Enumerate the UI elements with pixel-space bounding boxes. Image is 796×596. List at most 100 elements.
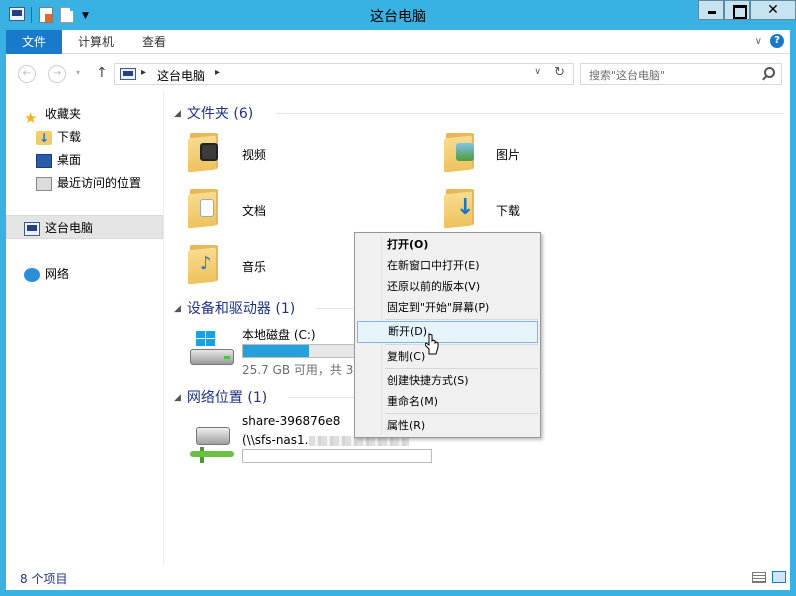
folder-label-pictures[interactable]: 图片 [496,146,520,163]
large-icons-view-icon[interactable] [772,571,786,583]
recent-places-icon [36,176,52,191]
nav-item-label: 桌面 [57,153,82,167]
maximize-button[interactable] [724,0,750,20]
breadcrumb-separator-icon[interactable]: ▸ [215,67,220,78]
nav-this-pc[interactable]: 这台电脑 [24,218,93,238]
nav-item-label: 最近访问的位置 [57,176,142,190]
collapse-icon: ◢ [174,109,181,119]
menu-item-disconnect[interactable]: 断开(D) [357,321,538,343]
ribbon: 文件 计算机 查看 ∨ ? [6,30,790,54]
nav-item-downloads[interactable]: 下载 [36,127,81,148]
group-title: 文件夹 (6) [186,106,254,122]
drive-usage-fill [243,345,309,357]
group-header-folders[interactable]: ◢ 文件夹 (6) [174,103,253,123]
computer-icon [120,68,136,80]
breadcrumb-this-pc[interactable]: 这台电脑 [157,67,205,84]
up-button[interactable]: ↑ [96,65,108,81]
network-drive-icon[interactable] [190,423,236,467]
menu-separator [385,344,538,345]
breadcrumb-separator-icon[interactable]: ▸ [141,67,146,78]
group-header-devices[interactable]: ◢ 设备和驱动器 (1) [174,298,295,318]
menu-item-properties[interactable]: 属性(R) [357,415,538,437]
video-folder-icon[interactable] [188,131,222,173]
document-icon [200,199,214,217]
pictures-folder-icon[interactable] [444,131,478,173]
back-button[interactable]: ← [18,65,36,83]
nav-item-recent[interactable]: 最近访问的位置 [36,173,141,193]
menu-item-open-new-window[interactable]: 在新窗口中打开(E) [357,255,538,277]
search-icon[interactable] [764,67,775,78]
folder-label-documents[interactable]: 文档 [242,202,266,219]
context-menu: 打开(O) 在新窗口中打开(E) 还原以前的版本(V) 固定到"开始"屏幕(P)… [354,232,541,438]
collapse-icon: ◢ [174,304,181,314]
network-icon [24,267,40,282]
group-divider [276,113,784,114]
menu-separator [385,413,538,414]
nav-favorites[interactable]: ★ 收藏夹 [24,104,82,127]
film-icon [200,143,218,161]
menu-separator [385,368,538,369]
minimize-button[interactable] [698,0,724,20]
address-history-icon[interactable]: ∨ [534,67,541,77]
folder-label-music[interactable]: 音乐 [242,258,266,275]
help-icon[interactable]: ? [770,34,784,48]
folder-label-videos[interactable]: 视频 [242,146,266,163]
group-divider [288,397,356,398]
network-location-name[interactable]: share-396876e8 [242,414,340,428]
mouse-cursor-icon [425,333,439,355]
downloads-folder-icon[interactable]: ↓ [444,187,478,229]
recent-locations-icon[interactable]: ▾ [76,68,80,77]
star-icon: ★ [24,108,38,127]
menu-item-restore-versions[interactable]: 还原以前的版本(V) [357,276,538,298]
nav-network-label: 网络 [45,267,70,281]
item-count: 8 个项目 [20,572,68,586]
group-title: 设备和驱动器 (1) [186,301,296,317]
group-header-network[interactable]: ◢ 网络位置 (1) [174,387,267,407]
search-box[interactable]: 搜索"这台电脑" [580,63,782,85]
picture-icon [456,143,474,161]
group-title: 网络位置 (1) [186,390,268,406]
menu-item-copy[interactable]: 复制(C) [357,346,538,368]
tab-view[interactable]: 查看 [128,30,180,54]
details-view-icon[interactable] [752,572,766,583]
navigation-bar: ← → ▾ ↑ ▸ 这台电脑 ▸ ∨ ↻ 搜索"这台电脑" [6,55,790,91]
window-title: 这台电脑 [370,9,426,25]
expand-ribbon-icon[interactable]: ∨ [755,34,762,50]
nav-item-desktop[interactable]: 桌面 [36,150,81,170]
folder-label-downloads[interactable]: 下载 [496,202,520,219]
network-path-text: (\\sfs-nas1. [242,433,309,447]
download-arrow-icon: ↓ [456,195,475,220]
tab-computer[interactable]: 计算机 [64,30,128,54]
forward-button[interactable]: → [48,65,66,83]
group-divider [316,308,356,309]
nav-network[interactable]: 网络 [24,264,69,284]
collapse-icon: ◢ [174,393,181,403]
menu-item-rename[interactable]: 重命名(M) [357,391,538,413]
network-usage-bar [242,449,432,463]
windows-logo-icon [196,331,216,347]
address-bar[interactable]: ▸ 这台电脑 ▸ ∨ ↻ [114,63,574,85]
title-bar[interactable]: ▼ 这台电脑 ✕ [0,0,796,30]
music-note-icon: ♪ [200,253,212,274]
local-disk-icon[interactable] [190,331,236,371]
menu-item-create-shortcut[interactable]: 创建快捷方式(S) [357,370,538,392]
status-bar: 8 个项目 [6,565,790,590]
drive-name[interactable]: 本地磁盘 (C:) [242,326,316,343]
menu-item-open[interactable]: 打开(O) [357,234,538,256]
tab-file[interactable]: 文件 [6,30,62,54]
menu-item-pin-to-start[interactable]: 固定到"开始"屏幕(P) [357,297,538,319]
navigation-pane: ★ 收藏夹 下载 桌面 最近访问的位置 这台电脑 网络 [6,91,164,565]
drive-free-space: 25.7 GB 可用，共 39. [242,363,365,377]
nav-this-pc-label: 这台电脑 [45,221,94,235]
window-bottom-border [0,590,790,596]
documents-folder-icon[interactable] [188,187,222,229]
nav-favorites-label: 收藏夹 [45,107,82,121]
search-input[interactable]: 搜索"这台电脑" [589,67,665,83]
computer-icon [24,221,40,236]
desktop-icon [36,153,52,168]
close-icon: ✕ [767,2,779,18]
close-button[interactable]: ✕ [750,0,796,20]
music-folder-icon[interactable]: ♪ [188,243,222,285]
refresh-icon[interactable]: ↻ [554,65,565,80]
downloads-icon [36,128,52,148]
